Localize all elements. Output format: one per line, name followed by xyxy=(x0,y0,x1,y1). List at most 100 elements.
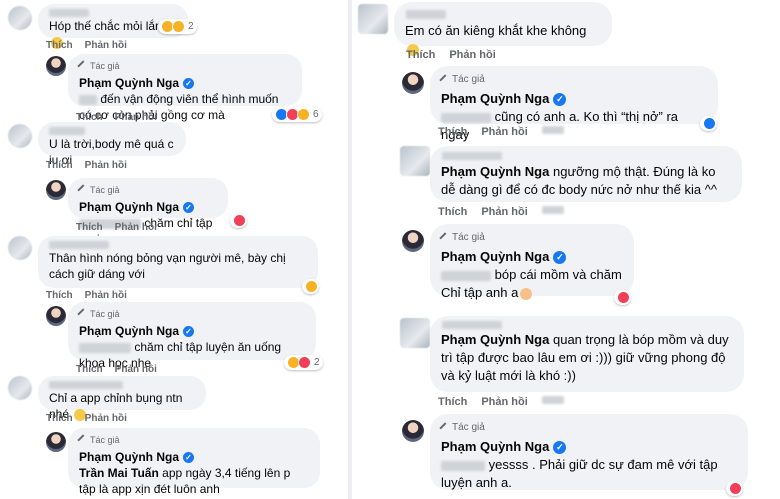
reaction-count: 6 xyxy=(313,109,319,120)
commenter-name[interactable]: Phạm Quỳnh Nga xyxy=(441,164,549,179)
reply-bubble: Tác giả Phạm Quỳnh Nga✓ chăm chỉ tập e ơ… xyxy=(68,178,228,246)
like-link[interactable]: Thích xyxy=(46,290,73,301)
reply-link[interactable]: Phản hồi xyxy=(481,396,527,408)
avatar[interactable] xyxy=(358,4,388,34)
blurred-commenter-name xyxy=(49,9,89,17)
reply-bubble: Tác giả Phạm Quỳnh Nga ✓ cũng có anh a. K… xyxy=(430,66,718,142)
author-badge: Tác giả xyxy=(439,419,737,437)
comment-text: Em có ăn kiêng khắt khe không xyxy=(405,23,587,38)
verified-badge-icon: ✓ xyxy=(183,325,195,337)
blurred-commenter-name xyxy=(442,321,502,329)
comment-actions: Thích Phản hồi xyxy=(46,413,127,424)
reply-link[interactable]: Phản hồi xyxy=(85,413,127,424)
reply-link[interactable]: Phản hồi xyxy=(85,40,127,51)
blurred-timestamp xyxy=(541,396,564,404)
author-avatar[interactable] xyxy=(402,72,424,94)
reply-link[interactable]: Phản hồi xyxy=(481,126,527,138)
comment-bubble: Phạm Quỳnh Nga ngưỡng mộ thật. Đúng là k… xyxy=(430,146,742,202)
author-avatar[interactable] xyxy=(402,230,424,252)
pen-icon xyxy=(77,184,89,196)
commenter-name[interactable]: Phạm Quỳnh Nga ✓ xyxy=(79,199,217,215)
like-link[interactable]: Thích xyxy=(46,160,73,171)
reaction-summary[interactable]: 6 xyxy=(272,107,322,122)
commenter-name[interactable]: Phạm Quỳnh Nga ✓ xyxy=(441,90,707,108)
verified-badge-icon: ✓ xyxy=(553,440,567,454)
pen-icon xyxy=(439,422,451,434)
reaction-summary[interactable] xyxy=(700,116,717,131)
blurred-commenter-name xyxy=(442,152,502,160)
reply-link[interactable]: Phản hồi xyxy=(115,364,157,375)
love-reaction-icon xyxy=(729,482,742,495)
reaction-summary[interactable] xyxy=(230,213,247,228)
blurred-commenter-name xyxy=(49,127,85,135)
like-link[interactable]: Thích xyxy=(406,49,435,61)
reaction-summary[interactable]: 2 xyxy=(284,355,323,370)
like-link[interactable]: Thích xyxy=(438,396,467,408)
avatar[interactable] xyxy=(8,124,32,148)
author-avatar[interactable] xyxy=(46,432,66,452)
avatar[interactable] xyxy=(8,236,32,260)
author-avatar[interactable] xyxy=(402,420,424,442)
comment-actions: Thích Phản hồi xyxy=(46,160,127,171)
tagged-user-link[interactable]: Trần Mai Tuấn xyxy=(79,466,159,480)
reply-link[interactable]: Phản hồi xyxy=(85,160,127,171)
author-avatar[interactable] xyxy=(46,306,66,326)
reply-bubble: Tác giả Phạm Quỳnh Nga ✓ yessss . Phải gi… xyxy=(430,414,748,490)
avatar[interactable] xyxy=(8,376,32,400)
reply-bubble: Tác giả Phạm Quỳnh Nga ✓ bóp cái mồm và c… xyxy=(430,224,634,300)
comment-bubble: Thân hình nóng bỏng vạn người mê, bày ch… xyxy=(38,236,318,288)
blurred-commenter-name xyxy=(49,381,123,389)
reply-link[interactable]: Phản hồi xyxy=(115,222,157,233)
reaction-summary[interactable] xyxy=(726,481,743,496)
like-link[interactable]: Thích xyxy=(76,222,103,233)
reply-link[interactable]: Phản hồi xyxy=(481,206,527,218)
commenter-name[interactable]: Phạm Quỳnh Nga xyxy=(441,332,549,347)
love-reaction-icon xyxy=(298,356,311,369)
haha-reaction-icon xyxy=(305,280,318,293)
commenter-name[interactable]: Phạm Quỳnh Nga ✓ xyxy=(441,438,737,456)
reaction-summary[interactable] xyxy=(614,290,631,305)
avatar[interactable] xyxy=(400,318,430,348)
comment-text-line2: Chỉ tập anh a xyxy=(441,284,623,302)
verified-badge-icon: ✓ xyxy=(183,451,195,463)
left-comment-panel: Hóp thế chắc mỏi lắm 2 Thích Phản hồi Tá… xyxy=(0,0,348,499)
comment-bubble: Phạm Quỳnh Nga quan trọng là bóp mồm và … xyxy=(430,316,744,392)
author-badge: Tác giả xyxy=(77,432,309,448)
reaction-summary[interactable] xyxy=(302,279,319,294)
haha-reaction-icon xyxy=(297,108,310,121)
like-link[interactable]: Thích xyxy=(438,206,467,218)
author-badge: Tác giả xyxy=(77,58,291,74)
avatar[interactable] xyxy=(400,146,430,176)
comment-bubble: Em có ăn kiêng khắt khe không xyxy=(394,2,612,56)
reply-link[interactable]: Phản hồi xyxy=(85,290,127,301)
verified-badge-icon: ✓ xyxy=(553,92,567,106)
blurred-commenter-name xyxy=(406,10,446,19)
commenter-name[interactable]: Phạm Quỳnh Nga ✓ xyxy=(79,323,305,339)
reply-link[interactable]: Phản hồi xyxy=(449,49,495,61)
avatar[interactable] xyxy=(8,6,32,30)
commenter-name[interactable]: Phạm Quỳnh Nga ✓ xyxy=(79,449,309,465)
commenter-name[interactable]: Phạm Quỳnh Nga ✓ xyxy=(79,75,291,91)
blurred-commenter-name xyxy=(49,241,109,249)
pen-icon xyxy=(77,60,89,72)
pen-icon xyxy=(77,434,89,446)
author-avatar[interactable] xyxy=(46,56,66,76)
comment-actions: Thích Phản hồi xyxy=(46,290,127,301)
comment-actions: Thích Phản hồi xyxy=(438,126,564,138)
commenter-name[interactable]: Phạm Quỳnh Nga ✓ xyxy=(441,248,623,266)
like-link[interactable]: Thích xyxy=(46,413,73,424)
love-reaction-icon xyxy=(617,291,630,304)
like-link[interactable]: Thích xyxy=(76,364,103,375)
reply-bubble: Tác giả Phạm Quỳnh Nga ✓ Trần Mai Tuấn ap… xyxy=(68,428,320,496)
like-link[interactable]: Thích xyxy=(46,40,73,51)
author-avatar[interactable] xyxy=(46,180,66,200)
author-badge: Tác giả xyxy=(439,229,623,247)
comment-text: bóp cái mồm và chăm xyxy=(441,266,623,284)
wow-reaction-icon xyxy=(172,20,185,33)
comment-actions: Thích Phản hồi xyxy=(76,222,157,233)
reaction-summary[interactable]: 2 xyxy=(158,19,197,34)
pen-icon xyxy=(77,308,89,320)
like-link[interactable]: Thích xyxy=(438,126,467,138)
like-reaction-icon xyxy=(703,117,716,130)
author-badge: Tác giả xyxy=(439,71,707,89)
